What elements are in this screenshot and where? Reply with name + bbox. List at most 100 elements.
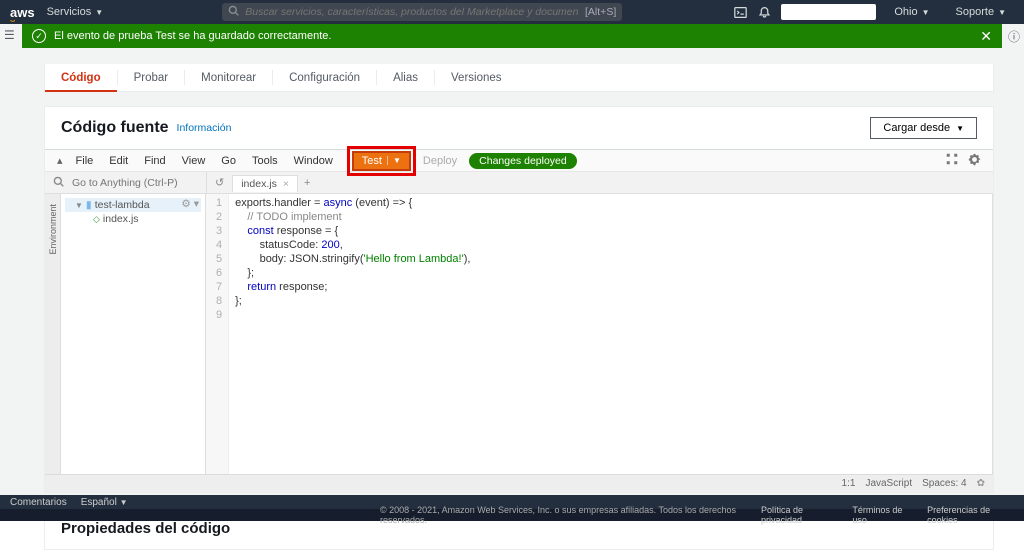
tree-label: test-lambda <box>95 199 150 211</box>
footer-legal-bar: © 2008 - 2021, Amazon Web Services, Inc.… <box>0 509 1024 521</box>
aws-logo[interactable]: aws ⌣ <box>10 5 35 20</box>
card-header: Código fuente Información Cargar desde ▼ <box>45 107 993 149</box>
services-label: Servicios <box>47 6 92 18</box>
cursor-position: 1:1 <box>842 478 856 489</box>
info-link[interactable]: Información <box>177 122 232 134</box>
deploy-button: Deploy <box>413 155 467 167</box>
search-shortcut: [Alt+S] <box>585 6 616 18</box>
cookies-link[interactable]: Preferencias de cookies <box>927 505 1014 525</box>
js-file-icon: ◇ <box>93 214 100 225</box>
chevron-down-icon: ▼ <box>956 124 964 133</box>
folder-icon: ▮ <box>86 199 92 211</box>
info-panel-toggle-icon[interactable]: ⓘ <box>1008 28 1020 45</box>
menu-find[interactable]: Find <box>137 155 172 167</box>
cloud9-ide: ▴ File Edit Find View Go Tools Window Te… <box>45 149 993 492</box>
language-mode[interactable]: JavaScript <box>865 478 912 489</box>
tab-versions[interactable]: Versiones <box>435 64 518 91</box>
add-tab-icon[interactable]: + <box>298 177 316 189</box>
bell-icon[interactable] <box>757 5 771 19</box>
menu-view[interactable]: View <box>175 155 213 167</box>
cloudshell-icon[interactable] <box>733 5 747 19</box>
global-search[interactable]: [Alt+S] <box>222 3 622 21</box>
chevron-down-icon: ▼ <box>120 498 128 507</box>
nav-right: Ohio ▼ Soporte ▼ <box>733 4 1014 20</box>
menu-file[interactable]: File <box>69 155 101 167</box>
test-button[interactable]: Test ▼ <box>352 151 411 171</box>
tab-label: Monitorear <box>201 72 256 84</box>
terms-link[interactable]: Términos de uso <box>852 505 913 525</box>
test-label: Test <box>362 155 382 167</box>
privacy-link[interactable]: Política de privacidad <box>761 505 838 525</box>
environment-rail[interactable]: Environment <box>45 194 61 474</box>
file-tab-label: index.js <box>241 178 277 190</box>
code-editor[interactable]: 123456789 exports.handler = async (event… <box>206 194 993 474</box>
account-selector[interactable] <box>781 4 876 20</box>
goto-input[interactable] <box>72 177 202 189</box>
menu-window[interactable]: Window <box>287 155 340 167</box>
gear-icon[interactable] <box>964 153 985 169</box>
tree-file[interactable]: ◇ index.js <box>65 212 201 226</box>
check-circle-icon: ✓ <box>32 29 46 43</box>
search-wrap: [Alt+S] <box>111 3 733 21</box>
content-stack: Código Probar Monitorear Configuración A… <box>44 64 994 550</box>
services-menu[interactable]: Servicios ▼ <box>47 6 104 18</box>
region-label: Ohio <box>894 6 917 18</box>
collapse-icon[interactable]: ▴ <box>53 154 67 167</box>
chevron-down-icon: ▼ <box>75 201 83 210</box>
function-tabs: Código Probar Monitorear Configuración A… <box>44 64 994 92</box>
side-menu-toggle-icon[interactable]: ☰ <box>4 28 15 42</box>
support-menu[interactable]: Soporte ▼ <box>956 6 1006 18</box>
chevron-down-icon: ▼ <box>998 8 1006 17</box>
card-title: Código fuente <box>61 119 169 137</box>
tab-monitor[interactable]: Monitorear <box>185 64 272 91</box>
chevron-down-icon: ▼ <box>922 8 930 17</box>
chevron-down-icon[interactable]: ▼ <box>387 156 401 165</box>
gutter: 123456789 <box>206 194 229 474</box>
tab-label: Código <box>61 72 101 84</box>
spaces-selector[interactable]: Spaces: 4 <box>922 478 966 489</box>
language-selector[interactable]: Español ▼ <box>81 497 128 508</box>
file-tab[interactable]: index.js × <box>232 175 298 192</box>
close-icon[interactable]: × <box>283 178 289 190</box>
fullscreen-icon[interactable] <box>942 153 962 168</box>
region-menu[interactable]: Ohio ▼ <box>894 6 929 18</box>
menu-tools[interactable]: Tools <box>245 155 285 167</box>
upload-label: Cargar desde <box>883 122 950 134</box>
menu-go[interactable]: Go <box>214 155 243 167</box>
gear-icon[interactable]: ✿ <box>977 478 985 489</box>
history-icon[interactable]: ↺ <box>207 176 232 189</box>
support-label: Soporte <box>956 6 995 18</box>
ide-toolbar: ↺ index.js × + <box>45 172 993 194</box>
changes-deployed-pill: Changes deployed <box>469 153 577 169</box>
success-banner: ✓ El evento de prueba Test se ha guardad… <box>22 24 1002 48</box>
tab-label: Probar <box>134 72 169 84</box>
tab-config[interactable]: Configuración <box>273 64 376 91</box>
tab-label: Configuración <box>289 72 360 84</box>
filetab-area: ↺ index.js × + <box>206 172 316 193</box>
menu-edit[interactable]: Edit <box>102 155 135 167</box>
env-label: Environment <box>48 204 58 255</box>
chevron-down-icon: ▼ <box>95 8 103 17</box>
tab-label: Alias <box>393 72 418 84</box>
tab-alias[interactable]: Alias <box>377 64 434 91</box>
search-icon <box>228 5 239 19</box>
tab-code[interactable]: Código <box>45 64 117 91</box>
tab-label: Versiones <box>451 72 502 84</box>
ide-statusbar: 1:1 JavaScript Spaces: 4 ✿ <box>45 474 993 492</box>
banner-text: El evento de prueba Test se ha guardado … <box>54 30 331 42</box>
ide-body: Environment ⚙ ▾ ▼ ▮ test-lambda ◇ index.… <box>45 194 993 474</box>
search-input[interactable] <box>245 6 579 18</box>
search-icon[interactable] <box>45 176 72 190</box>
tree-label: index.js <box>103 213 139 225</box>
ide-menubar: ▴ File Edit Find View Go Tools Window Te… <box>45 150 993 172</box>
code-lines[interactable]: exports.handler = async (event) => { // … <box>229 194 476 474</box>
code-source-card: Código fuente Información Cargar desde ▼… <box>44 106 994 493</box>
upload-from-button[interactable]: Cargar desde ▼ <box>870 117 977 139</box>
close-icon[interactable]: ✕ <box>980 28 992 45</box>
aws-top-nav: aws ⌣ Servicios ▼ [Alt+S] Ohio ▼ Soporte… <box>0 0 1024 24</box>
page-body: ☰ ⓘ ✓ El evento de prueba Test se ha gua… <box>0 24 1024 500</box>
feedback-link[interactable]: Comentarios <box>10 497 67 508</box>
copyright: © 2008 - 2021, Amazon Web Services, Inc.… <box>380 505 747 525</box>
gear-icon[interactable]: ⚙ ▾ <box>181 198 199 210</box>
tab-test[interactable]: Probar <box>118 64 185 91</box>
